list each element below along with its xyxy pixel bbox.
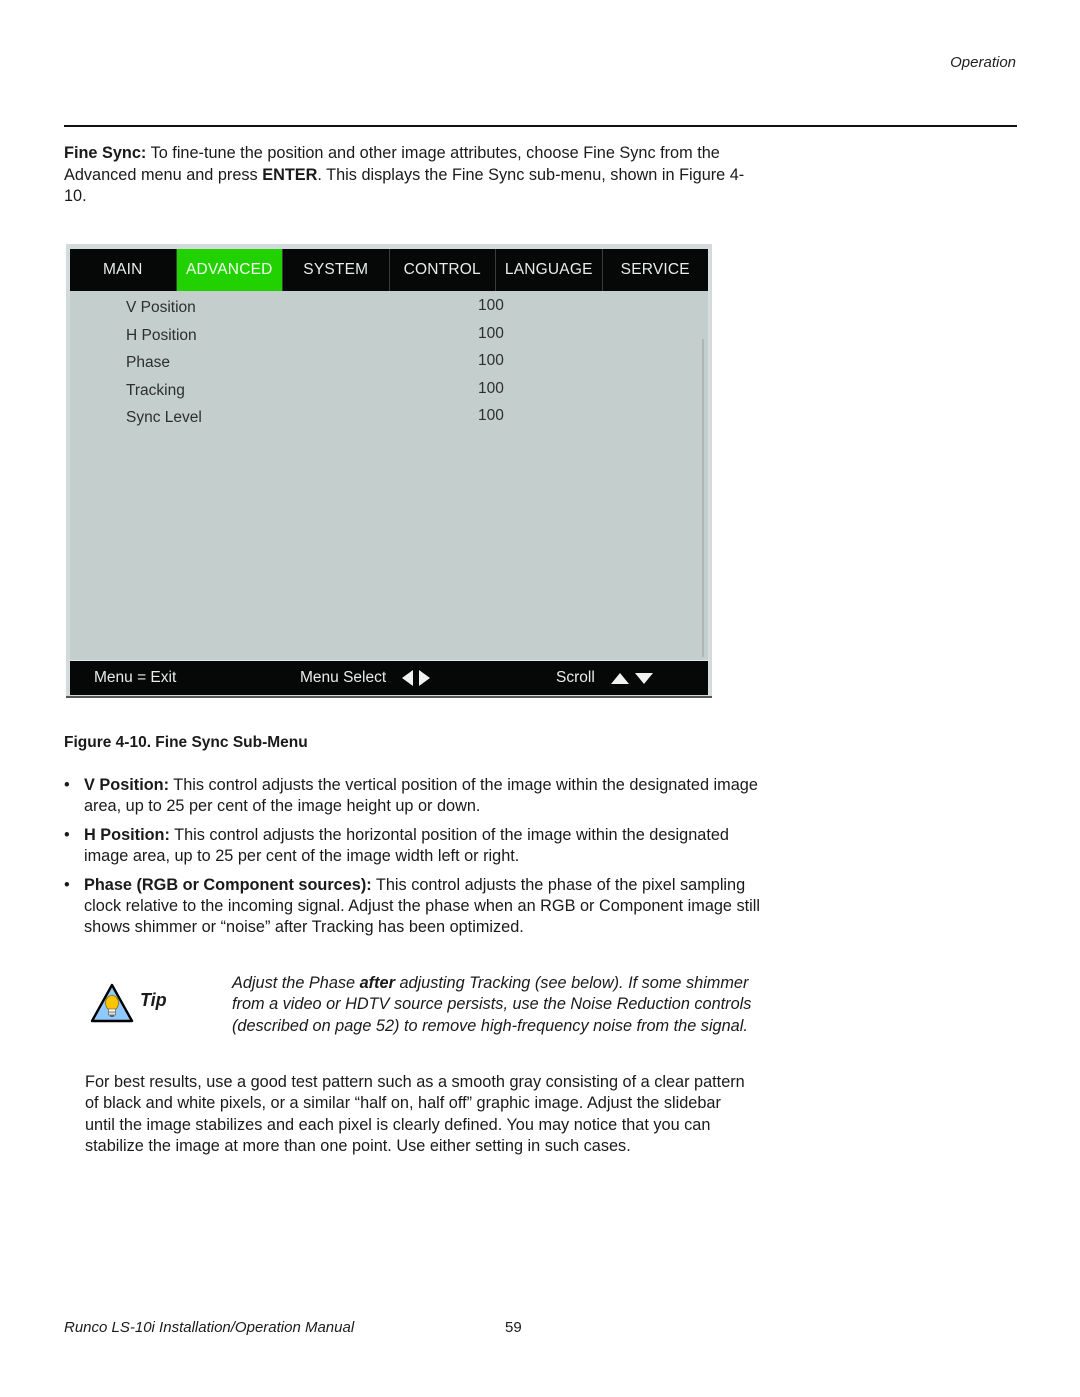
menu-item-value: 100 — [478, 297, 504, 314]
menu-scrollbar[interactable] — [702, 339, 704, 657]
tip-text-1: Adjust the Phase — [232, 974, 360, 992]
tip-label: Tip — [140, 990, 167, 1010]
menu-item-value: 100 — [478, 380, 504, 397]
tip-emphasis: after — [359, 974, 395, 992]
bullet-item-h-position: • H Position: This control adjusts the h… — [64, 825, 764, 867]
menu-tab-bar: MAIN ADVANCED SYSTEM CONTROL LANGUAGE SE… — [70, 249, 708, 291]
bullet-dot: • — [64, 826, 70, 844]
osd-menu: MAIN ADVANCED SYSTEM CONTROL LANGUAGE SE… — [70, 249, 710, 695]
arrow-left-icon — [402, 670, 414, 686]
menu-item-label: H Position — [126, 327, 197, 344]
footer-exit-text: Menu = Exit — [94, 669, 177, 686]
footer-scroll-hint: Scroll — [556, 669, 653, 687]
menu-item-h-position[interactable]: H Position 100 — [126, 325, 546, 354]
menu-item-label: Phase — [126, 354, 170, 371]
lightbulb-warning-icon — [90, 983, 134, 1023]
footer-manual-title: Runco LS-10i Installation/Operation Manu… — [64, 1319, 355, 1336]
tab-advanced[interactable]: ADVANCED — [175, 249, 282, 291]
tab-system[interactable]: SYSTEM — [282, 249, 389, 291]
menu-item-label: Sync Level — [126, 409, 202, 426]
menu-item-value: 100 — [478, 352, 504, 369]
footer-select-hint: Menu Select — [300, 669, 431, 687]
tab-service[interactable]: SERVICE — [601, 249, 709, 291]
menu-item-sync-level[interactable]: Sync Level 100 — [126, 407, 546, 436]
intro-term: Fine Sync: — [64, 144, 147, 162]
bullet-item-v-position: • V Position: This control adjusts the v… — [64, 775, 764, 817]
bullet-term: V Position: — [84, 776, 170, 794]
menu-item-value: 100 — [478, 407, 504, 424]
footer-exit-hint: Menu = Exit — [94, 669, 176, 687]
footer-page-number: 59 — [505, 1319, 522, 1336]
intro-paragraph: Fine Sync: To fine-tune the position and… — [64, 143, 754, 208]
menu-footer-bar: Menu = Exit Menu Select Scroll — [70, 660, 708, 695]
menu-item-phase[interactable]: Phase 100 — [126, 352, 546, 381]
footer-scroll-text: Scroll — [556, 669, 595, 686]
running-head-section: Operation — [950, 54, 1016, 71]
arrow-right-icon — [419, 670, 431, 686]
bullet-dot: • — [64, 876, 70, 894]
tip-box: Tip Adjust the Phase after adjusting Tra… — [64, 973, 764, 1063]
bullet-text: This control adjusts the vertical positi… — [84, 776, 758, 815]
bullet-dot: • — [64, 776, 70, 794]
footer-select-text: Menu Select — [300, 669, 387, 686]
menu-item-tracking[interactable]: Tracking 100 — [126, 380, 546, 409]
menu-item-label: Tracking — [126, 382, 185, 399]
arrow-down-icon — [634, 672, 653, 684]
bullet-item-phase: • Phase (RGB or Component sources): This… — [64, 875, 764, 938]
tab-main[interactable]: MAIN — [70, 249, 176, 291]
figure-caption: Figure 4-10. Fine Sync Sub-Menu — [64, 734, 308, 751]
bullet-text: This control adjusts the horizontal posi… — [84, 826, 729, 865]
bullet-term: H Position: — [84, 826, 170, 844]
tab-control[interactable]: CONTROL — [388, 249, 496, 291]
menu-item-v-position[interactable]: V Position 100 — [126, 297, 546, 326]
intro-key: ENTER — [262, 165, 318, 184]
menu-item-label: V Position — [126, 299, 196, 316]
bullet-list: • V Position: This control adjusts the v… — [64, 775, 764, 946]
menu-item-value: 100 — [478, 325, 504, 342]
body-paragraph: For best results, use a good test patter… — [85, 1073, 745, 1155]
header-rule — [64, 125, 1017, 127]
menu-body: V Position 100 H Position 100 Phase 100 … — [70, 291, 706, 660]
tab-language[interactable]: LANGUAGE — [495, 249, 602, 291]
tip-text: Adjust the Phase after adjusting Trackin… — [232, 973, 752, 1037]
arrow-up-icon — [610, 672, 629, 684]
bullet-term: Phase (RGB or Component sources): — [84, 876, 372, 894]
